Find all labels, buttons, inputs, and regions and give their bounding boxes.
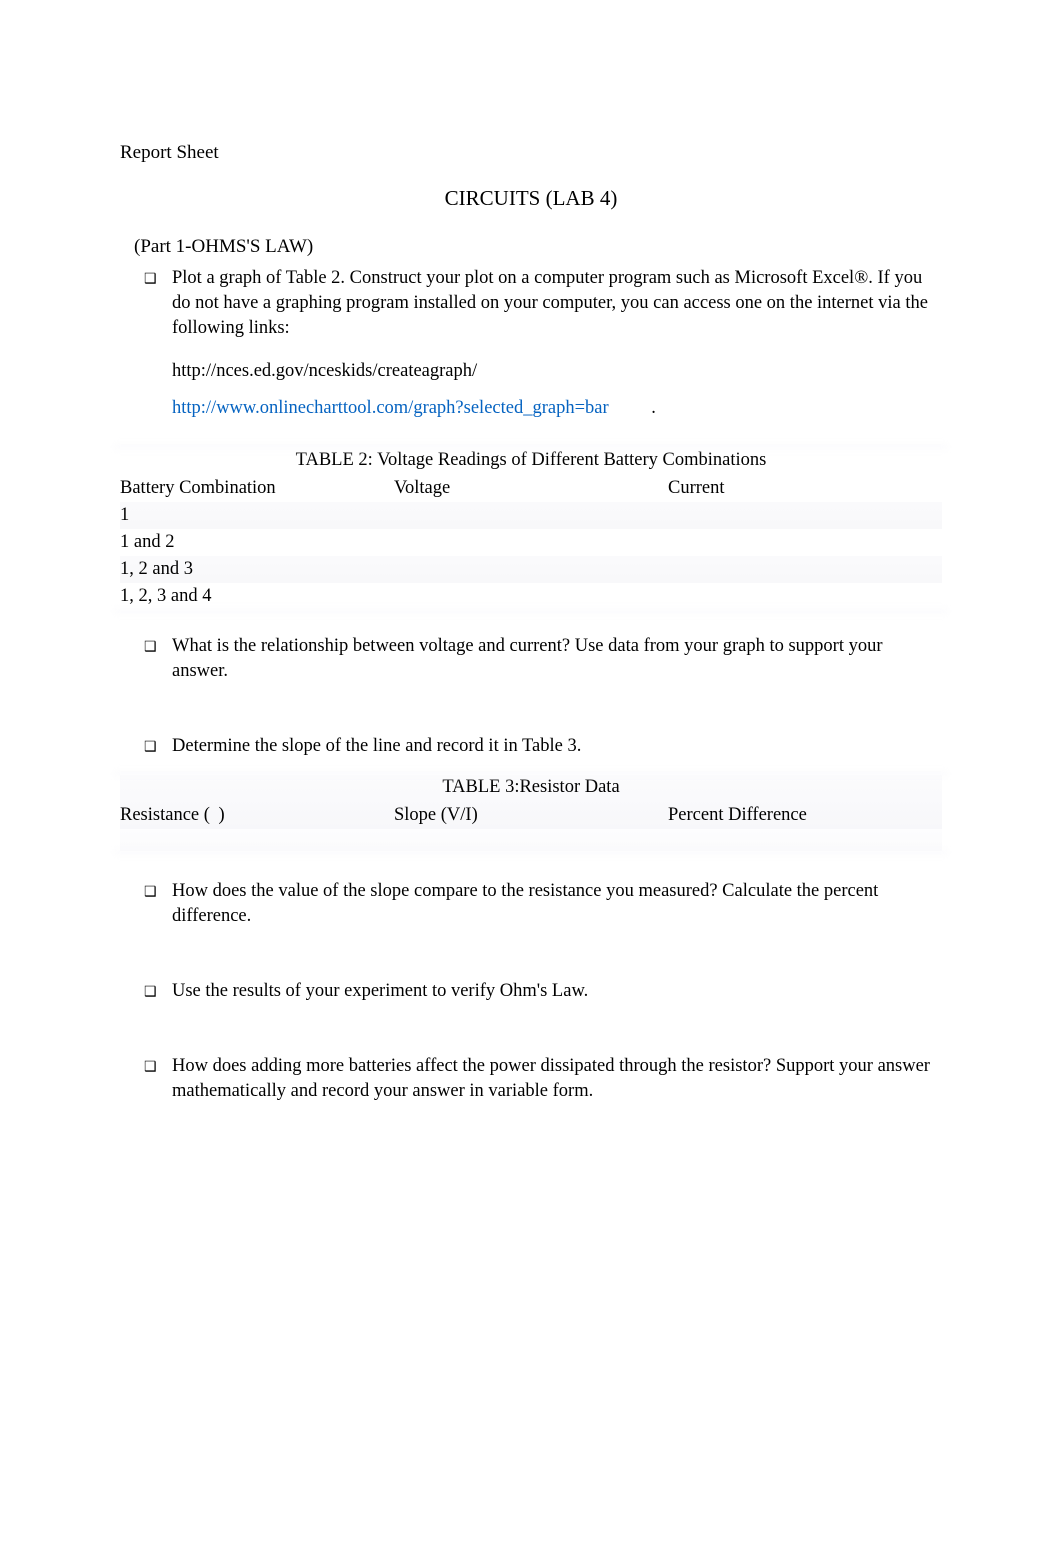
bullet-icon: ❑ (144, 1054, 172, 1104)
bullet-icon: ❑ (144, 979, 172, 1004)
table-3-header-col2: Slope (V/I) (394, 802, 668, 829)
instruction-bullet-1: ❑ Plot a graph of Table 2. Construct you… (144, 266, 942, 421)
table-3-header-col1: Resistance ( ) (120, 802, 394, 829)
resistance-label-post: ) (219, 805, 225, 825)
question-2-text: Determine the slope of the line and reco… (172, 734, 942, 759)
question-4: ❑ Use the results of your experiment to … (144, 979, 942, 1004)
table-2-cell: 1 and 2 (120, 529, 394, 556)
bullet-icon: ❑ (144, 879, 172, 929)
bullet-icon: ❑ (144, 634, 172, 684)
table-row: 1 (120, 502, 942, 529)
resistance-label-pre: Resistance ( (120, 805, 215, 825)
question-3-text: How does the value of the slope compare … (172, 879, 942, 929)
question-2: ❑ Determine the slope of the line and re… (144, 734, 942, 759)
instruction-text-1: Plot a graph of Table 2. Construct your … (172, 266, 942, 421)
questions-group-2: ❑ How does the value of the slope compar… (120, 879, 942, 1104)
table-2-cell (394, 583, 668, 610)
table-2-header-col3: Current (668, 475, 942, 502)
question-1-text: What is the relationship between voltage… (172, 634, 942, 684)
table-2-cell (668, 502, 942, 529)
table-2-cell (668, 556, 942, 583)
bullet-icon: ❑ (144, 266, 172, 421)
table-2-cell (394, 556, 668, 583)
table-3: Resistance ( ) Slope (V/I) Percent Diffe… (120, 802, 942, 829)
question-4-text: Use the results of your experiment to ve… (172, 979, 942, 1004)
instruction-body: Plot a graph of Table 2. Construct your … (172, 268, 928, 338)
table-row: 1, 2, 3 and 4 (120, 583, 942, 610)
part-title: (Part 1-OHMS'S LAW) (134, 234, 942, 260)
table-2: Battery Combination Voltage Current 1 1 … (120, 475, 942, 610)
table-3-block: TABLE 3:Resistor Data Resistance ( ) Slo… (120, 775, 942, 851)
table-2-cell: 1 (120, 502, 394, 529)
table-2-cell: 1, 2 and 3 (120, 556, 394, 583)
table-3-header-col3: Percent Difference (668, 802, 942, 829)
table-2-cell (668, 583, 942, 610)
question-5: ❑ How does adding more batteries affect … (144, 1054, 942, 1104)
lab-title: CIRCUITS (LAB 4) (120, 184, 942, 212)
questions-group-1: ❑ What is the relationship between volta… (120, 634, 942, 759)
table-2-cell (394, 502, 668, 529)
table-2-block: TABLE 2: Voltage Readings of Different B… (120, 448, 942, 610)
question-3: ❑ How does the value of the slope compar… (144, 879, 942, 929)
table-row: 1, 2 and 3 (120, 556, 942, 583)
url-trailing-dot: . (651, 398, 656, 418)
table-3-empty-row (120, 829, 942, 851)
table-2-cell: 1, 2, 3 and 4 (120, 583, 394, 610)
page-heading: Report Sheet (120, 140, 942, 166)
table-2-header-col2: Voltage (394, 475, 668, 502)
table-2-header-row: Battery Combination Voltage Current (120, 475, 942, 502)
table-3-header-row: Resistance ( ) Slope (V/I) Percent Diffe… (120, 802, 942, 829)
url-link-1[interactable]: http://www.onlinecharttool.com/graph?sel… (172, 396, 609, 421)
table-2-cell (394, 529, 668, 556)
table-row: 1 and 2 (120, 529, 942, 556)
question-1: ❑ What is the relationship between volta… (144, 634, 942, 684)
table-3-title: TABLE 3:Resistor Data (120, 775, 942, 800)
url-plain-1: http://nces.ed.gov/nceskids/createagraph… (172, 359, 932, 384)
question-5-text: How does adding more batteries affect th… (172, 1054, 942, 1104)
table-2-cell (668, 529, 942, 556)
bullet-icon: ❑ (144, 734, 172, 759)
table-2-header-col1: Battery Combination (120, 475, 394, 502)
table-2-title: TABLE 2: Voltage Readings of Different B… (120, 448, 942, 473)
